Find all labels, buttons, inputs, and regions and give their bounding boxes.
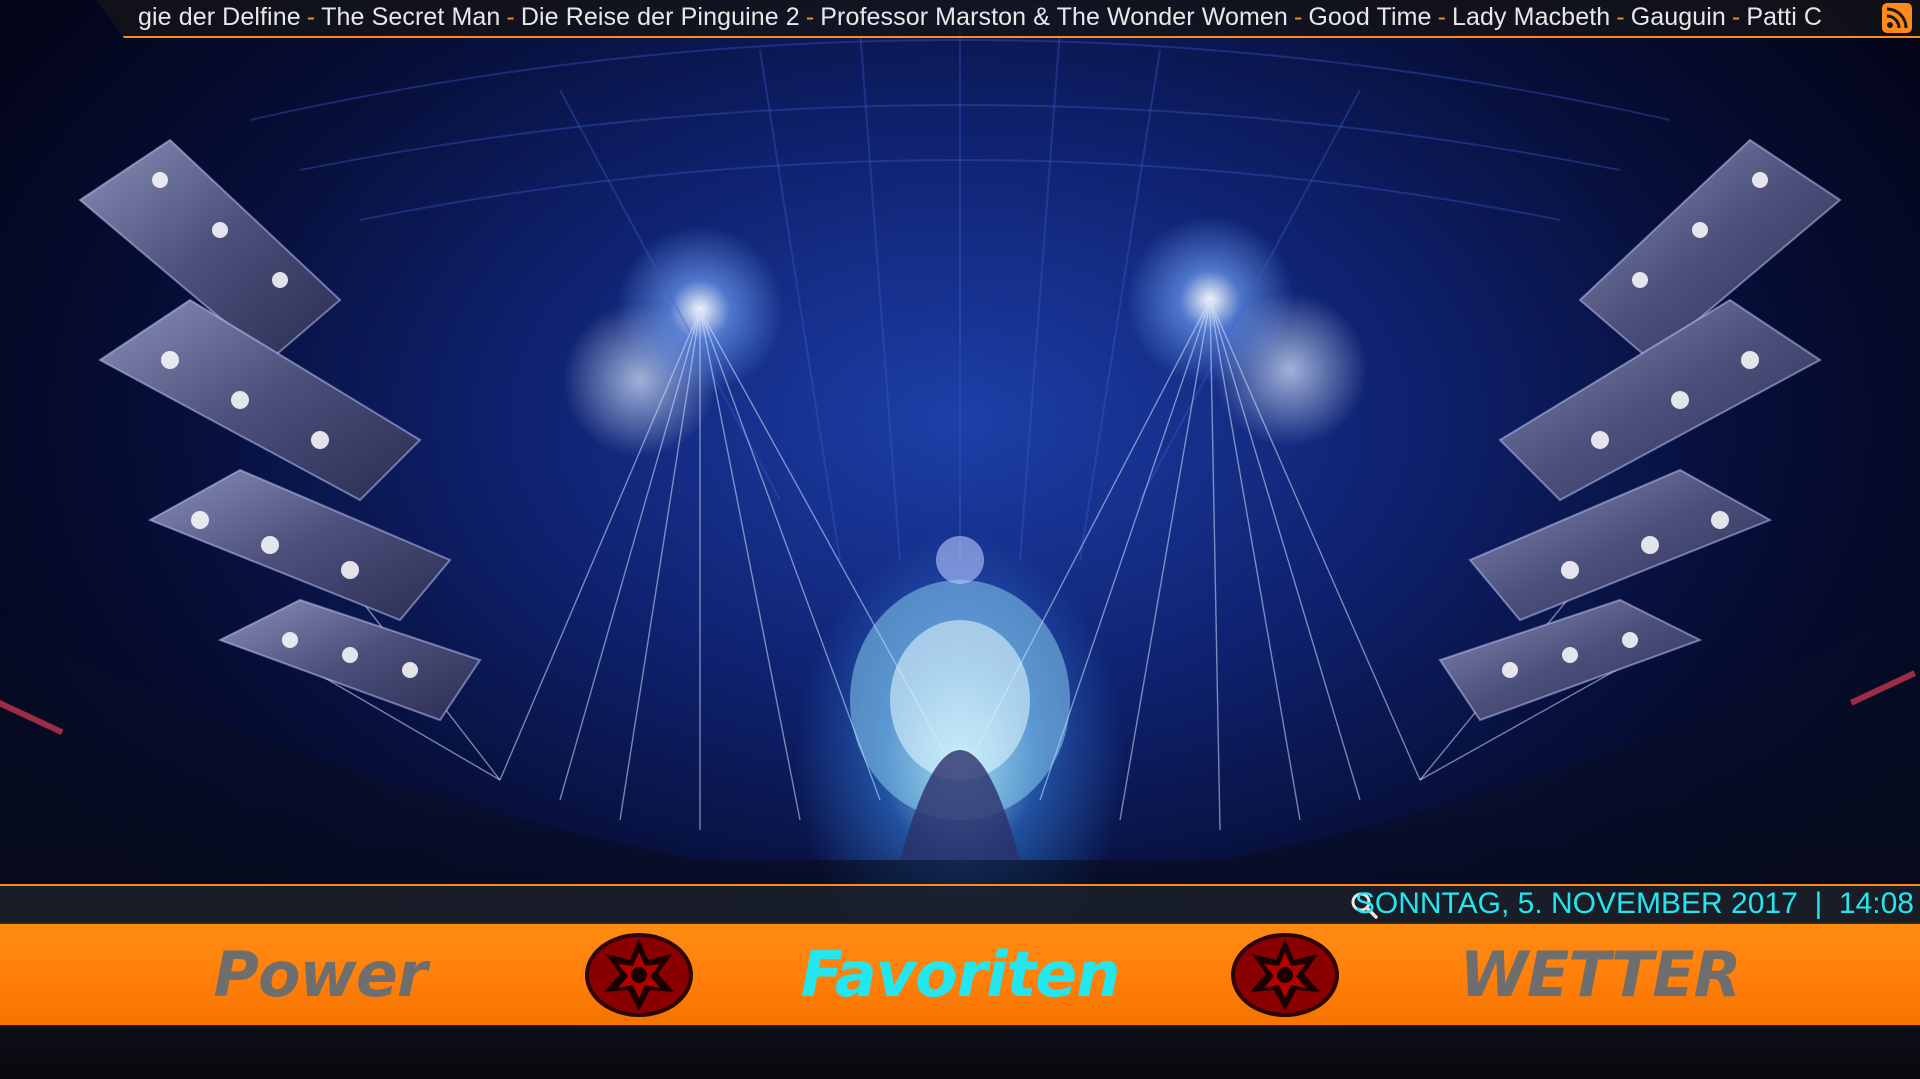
- rss-icon[interactable]: [1882, 3, 1912, 33]
- emblem-icon: [585, 933, 693, 1017]
- ticker-item: gie der Delfine: [138, 3, 301, 31]
- info-bar: SONNTAG, 5. NOVEMBER 2017 | 14:08: [0, 884, 1920, 923]
- ticker-item: Gauguin: [1630, 3, 1726, 31]
- ticker-separator: -: [805, 3, 815, 31]
- menu-item-power[interactable]: Power: [180, 924, 460, 1025]
- emblem-icon: [1231, 933, 1339, 1017]
- ticker-separator: -: [1437, 3, 1446, 31]
- main-menu: Power Favoriten WETTER: [0, 922, 1920, 1027]
- menu-item-favoriten[interactable]: Favoriten: [770, 924, 1150, 1025]
- ticker-separator: -: [306, 3, 316, 31]
- ticker-separator: -: [1293, 3, 1303, 31]
- ticker-text: gie der Delfine - The Secret Man - Die Reise…: [138, 2, 1848, 32]
- ticker-separator: -: [1616, 3, 1625, 31]
- ticker-separator: -: [1731, 3, 1741, 31]
- kodi-home-screen: gie der Delfine - The Secret Man - Die Reise…: [0, 0, 1920, 1079]
- menu-item-wetter[interactable]: WETTER: [1430, 924, 1770, 1025]
- ticker-item: Die Reise der Pinguine 2: [520, 3, 800, 31]
- ticker-item: The Secret Man: [321, 3, 501, 31]
- ticker-item: Good Time: [1308, 3, 1432, 31]
- ticker-item: Patti C: [1746, 3, 1823, 31]
- ticker-separator: -: [506, 3, 515, 31]
- footer-shade: [0, 1025, 1920, 1079]
- ticker-item: Lady Macbeth: [1452, 3, 1611, 31]
- date-time-display: SONNTAG, 5. NOVEMBER 2017 | 14:08: [1354, 887, 1914, 920]
- news-ticker[interactable]: gie der Delfine - The Secret Man - Die Reise…: [96, 0, 1920, 38]
- ticker-item: Professor Marston & The Wonder Women: [820, 3, 1288, 31]
